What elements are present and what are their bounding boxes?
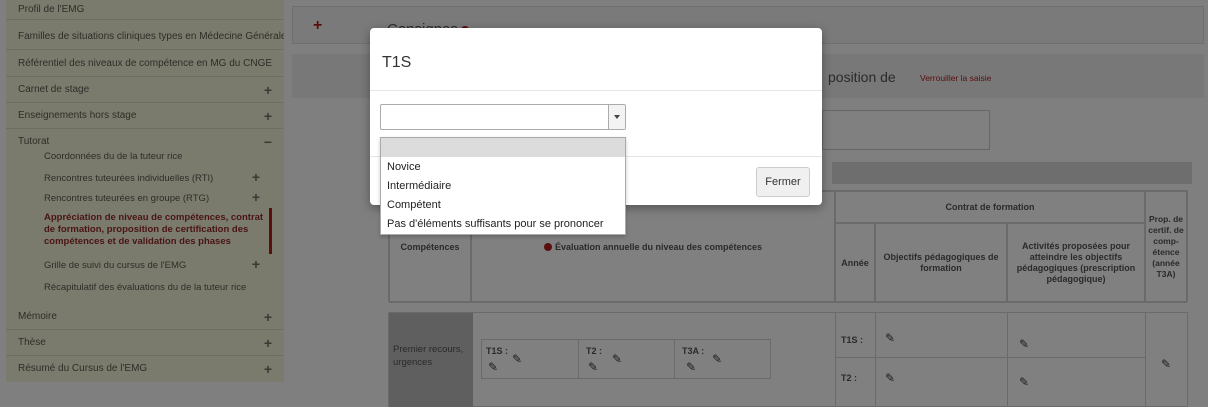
- sidebar-item-label: Carnet de stage: [18, 84, 90, 95]
- sidebar-item-label: Référentiel des niveaux de compétence en…: [18, 58, 273, 69]
- sidebar-item-label: Résumé du Cursus de l'EMG: [18, 363, 148, 374]
- eval-label-t2: T2 :: [586, 346, 603, 356]
- sidebar-item-label: Profil de l'EMG: [18, 4, 85, 15]
- expand-icon[interactable]: +: [264, 356, 272, 382]
- edit-pencil-icon[interactable]: ✎: [588, 360, 598, 374]
- close-button[interactable]: Fermer: [756, 167, 810, 197]
- select-option-novice[interactable]: Novice: [381, 158, 625, 177]
- evaluation-header-text: Évaluation annuelle du niveau des compét…: [554, 241, 763, 252]
- sidebar-item-referentiel[interactable]: Référentiel des niveaux de compétence en…: [6, 51, 284, 77]
- sidebar-subitem-recapitulatif[interactable]: Récapitulatif des évaluations du de la t…: [44, 282, 284, 294]
- sidebar-subitem-label: Coordonnées du de la tuteur rice: [44, 151, 183, 162]
- active-indicator: [269, 208, 272, 254]
- expand-icon[interactable]: +: [313, 17, 322, 35]
- expand-icon[interactable]: +: [252, 190, 260, 204]
- sidebar-item-label: Tutorat: [18, 136, 50, 147]
- sidebar-subitem-label: Récapitulatif des évaluations du de la t…: [44, 282, 247, 293]
- select-option-empty[interactable]: [381, 138, 625, 157]
- edit-pencil-icon[interactable]: ✎: [1161, 357, 1171, 371]
- edit-pencil-icon[interactable]: ✎: [1019, 337, 1029, 351]
- divider: [1145, 313, 1146, 407]
- comment-box[interactable]: [822, 110, 990, 150]
- competence-name: Premier recours, urgences: [389, 313, 473, 407]
- edit-pencil-icon[interactable]: ✎: [612, 352, 622, 366]
- expand-icon[interactable]: +: [264, 77, 272, 102]
- edit-pencil-icon[interactable]: ✎: [885, 371, 895, 385]
- level-select[interactable]: [380, 104, 626, 130]
- select-option-competent[interactable]: Compétent: [381, 196, 625, 215]
- level-select-dropdown: Novice Intermédiaire Compétent Pas d'élé…: [380, 137, 626, 235]
- sidebar-item-memoire[interactable]: Mémoire +: [6, 304, 284, 330]
- sidebar-item-label: Familles de situations cliniques types e…: [18, 31, 284, 42]
- sidebar-item-these[interactable]: Thèse +: [6, 330, 284, 356]
- prop-certif-header: Prop. de certif. de comp-étence (année T…: [1145, 191, 1187, 303]
- sidebar-item-label: Thèse: [18, 337, 46, 348]
- chevron-down-icon[interactable]: [608, 105, 625, 129]
- divider: [835, 357, 1145, 358]
- sidebar-item-enseignements[interactable]: Enseignements hors stage +: [6, 103, 284, 129]
- annee-header: Année: [835, 223, 875, 303]
- edit-pencil-icon[interactable]: ✎: [512, 352, 522, 366]
- eval-label-t3a: T3A :: [682, 346, 705, 356]
- modal-header: T1S: [370, 28, 822, 91]
- expand-icon[interactable]: +: [264, 304, 272, 329]
- sidebar: Profil de l'EMG Familles de situations c…: [0, 0, 284, 407]
- edit-pencil-icon[interactable]: ✎: [488, 360, 498, 374]
- evaluation-box: T1S : ✎ ✎ T2 : ✎ ✎ T3A : ✎ ✎: [481, 339, 771, 379]
- section-header-bar: [832, 162, 1192, 184]
- year-label-t2: T2 :: [841, 373, 858, 383]
- contrat-header: Contrat de formation: [835, 191, 1145, 223]
- sidebar-subitem-appreciation[interactable]: Appréciation de niveau de compétences, c…: [44, 212, 272, 248]
- sidebar-item-profil[interactable]: Profil de l'EMG: [6, 0, 284, 20]
- sidebar-subitem-label: Grille de suivi du cursus de l'EMG: [44, 260, 187, 271]
- sidebar-subitem-label: Rencontres tuteurées individuelles (RTI): [44, 173, 214, 184]
- divider: [578, 340, 579, 378]
- edit-pencil-icon[interactable]: ✎: [1019, 375, 1029, 389]
- sidebar-subitem-grille[interactable]: Grille de suivi du cursus de l'EMG +: [44, 257, 284, 272]
- sidebar-subitem-rti[interactable]: Rencontres tuteurées individuelles (RTI)…: [44, 170, 284, 185]
- divider: [875, 313, 876, 407]
- select-option-intermediaire[interactable]: Intermédiaire: [381, 177, 625, 196]
- expand-icon[interactable]: +: [264, 103, 272, 128]
- sidebar-subitem-rtg[interactable]: Rencontres tuteurées en groupe (RTG) +: [44, 190, 284, 205]
- lock-input-link[interactable]: Verrouiller la saisie: [920, 73, 991, 83]
- sidebar-item-carnet[interactable]: Carnet de stage +: [6, 77, 284, 103]
- eval-label-t1s: T1S :: [486, 346, 509, 356]
- sidebar-item-label: Mémoire: [18, 311, 57, 322]
- modal-title: T1S: [382, 54, 412, 71]
- expand-icon[interactable]: +: [252, 170, 260, 184]
- edit-pencil-icon[interactable]: ✎: [712, 352, 722, 366]
- help-icon: [543, 242, 552, 251]
- edit-pencil-icon[interactable]: ✎: [885, 331, 895, 345]
- select-option-insufficient[interactable]: Pas d'éléments suffisants pour se pronon…: [381, 215, 625, 234]
- table-row: Premier recours, urgences T1S : ✎ ✎ T2 :…: [388, 312, 1188, 407]
- proposition-text: position de: [828, 69, 896, 85]
- divider: [1007, 313, 1008, 407]
- sidebar-subitem-label: Rencontres tuteurées en groupe (RTG): [44, 193, 210, 204]
- year-label-t1s: T1S :: [841, 335, 864, 345]
- edit-pencil-icon[interactable]: ✎: [686, 360, 696, 374]
- expand-icon[interactable]: +: [264, 330, 272, 355]
- expand-icon[interactable]: +: [252, 257, 260, 271]
- objectifs-header: Objectifs pédagogiques de formation: [875, 223, 1007, 303]
- activites-header: Activités proposées pour atteindre les o…: [1007, 223, 1145, 303]
- sidebar-item-resume[interactable]: Résumé du Cursus de l'EMG +: [6, 356, 284, 382]
- divider: [835, 313, 836, 407]
- divider: [674, 340, 675, 378]
- sidebar-subitem-coordonnees[interactable]: Coordonnées du de la tuteur rice: [44, 151, 284, 163]
- sidebar-item-familles[interactable]: Familles de situations cliniques types e…: [6, 24, 284, 50]
- sidebar-item-label: Enseignements hors stage: [18, 110, 137, 121]
